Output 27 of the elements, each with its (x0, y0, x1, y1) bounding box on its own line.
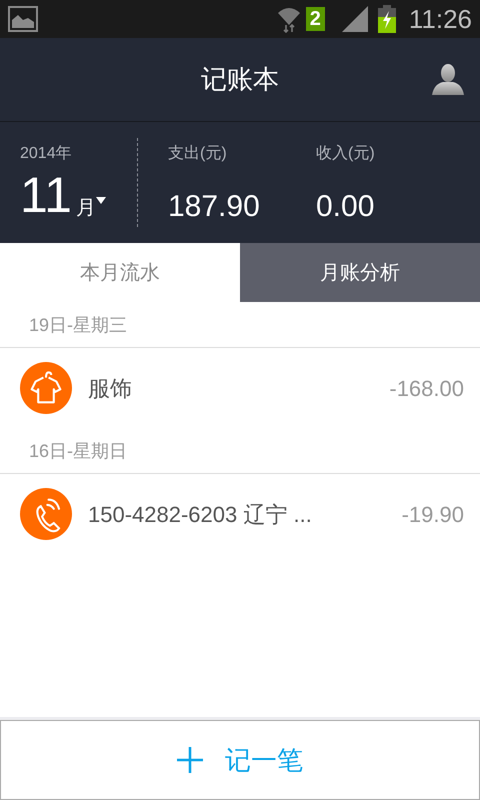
battery-icon (376, 5, 397, 33)
income-label: 收入(元) (316, 144, 375, 164)
transaction-row[interactable]: 150-4282-6203 辽宁 ... -19.90 (0, 474, 480, 554)
expense-amount: 187.90 (168, 189, 261, 225)
expense-label: 支出(元) (168, 144, 228, 164)
transaction-amount: -19.90 (402, 500, 464, 528)
clock: 11:26 (408, 6, 472, 32)
phone-icon (20, 488, 72, 540)
plus-icon (177, 747, 203, 773)
sim-badge: 2 (306, 7, 325, 31)
user-avatar-icon[interactable] (432, 63, 464, 95)
transaction-row[interactable]: 服饰 -168.00 (0, 348, 480, 428)
dropdown-icon (96, 197, 106, 204)
income-amount: 0.00 (316, 189, 375, 225)
year-label: 2014年 (20, 144, 73, 164)
transaction-name: 服饰 (88, 374, 133, 402)
shirt-icon (20, 362, 72, 414)
signal-icon (340, 6, 369, 32)
month-selector[interactable]: 11 月 (20, 170, 137, 220)
date-header: 19日-星期三 (29, 314, 128, 337)
app-title: 记账本 (201, 63, 279, 96)
date-header: 16日-星期日 (29, 440, 128, 463)
image-icon (8, 6, 38, 32)
tab[interactable]: 月账分析 (240, 243, 480, 302)
wifi-icon (276, 5, 302, 33)
transaction-amount: -168.00 (389, 374, 464, 402)
transaction-name: 150-4282-6203 辽宁 ... (88, 500, 313, 528)
